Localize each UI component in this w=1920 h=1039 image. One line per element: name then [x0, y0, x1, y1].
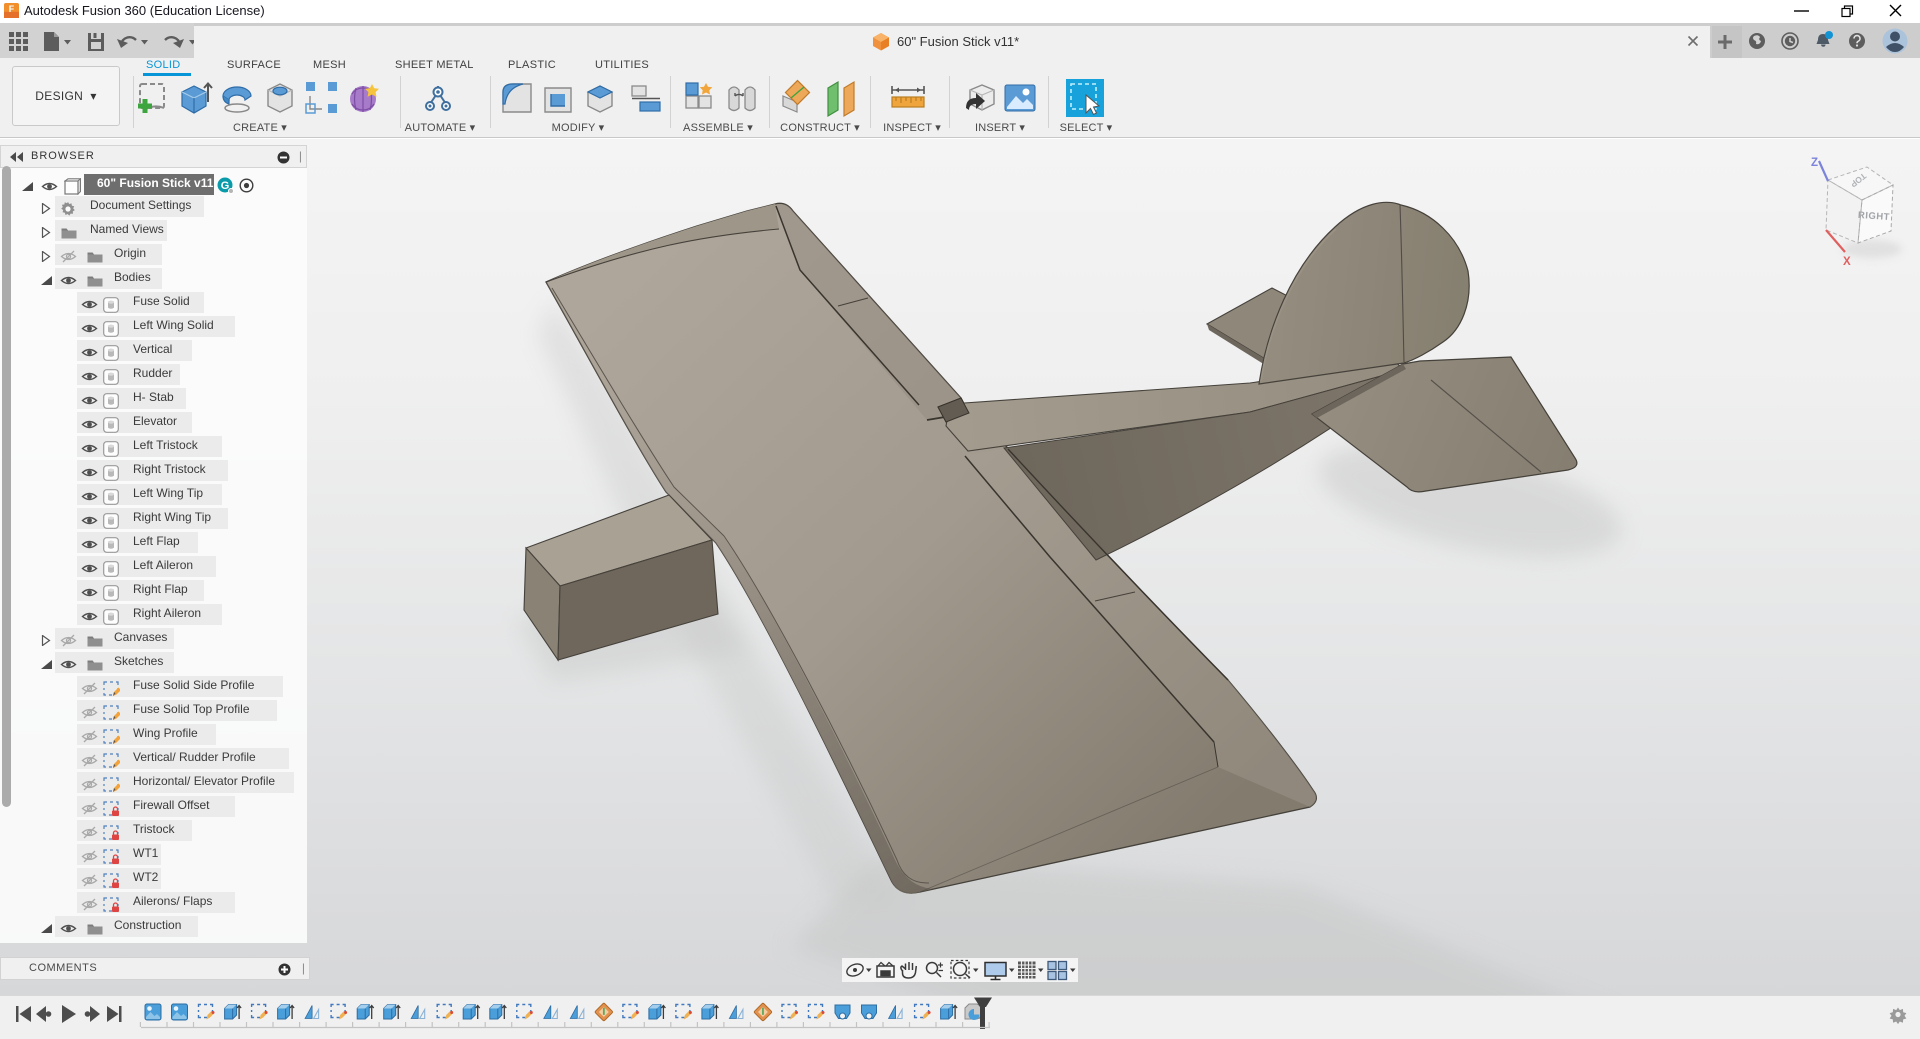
svg-text:F: F: [9, 4, 15, 14]
svg-text:X: X: [1843, 256, 1851, 268]
svg-text:RIGHT: RIGHT: [1858, 210, 1891, 223]
svg-text:Z: Z: [1811, 157, 1818, 169]
svg-text:G: G: [221, 180, 230, 192]
